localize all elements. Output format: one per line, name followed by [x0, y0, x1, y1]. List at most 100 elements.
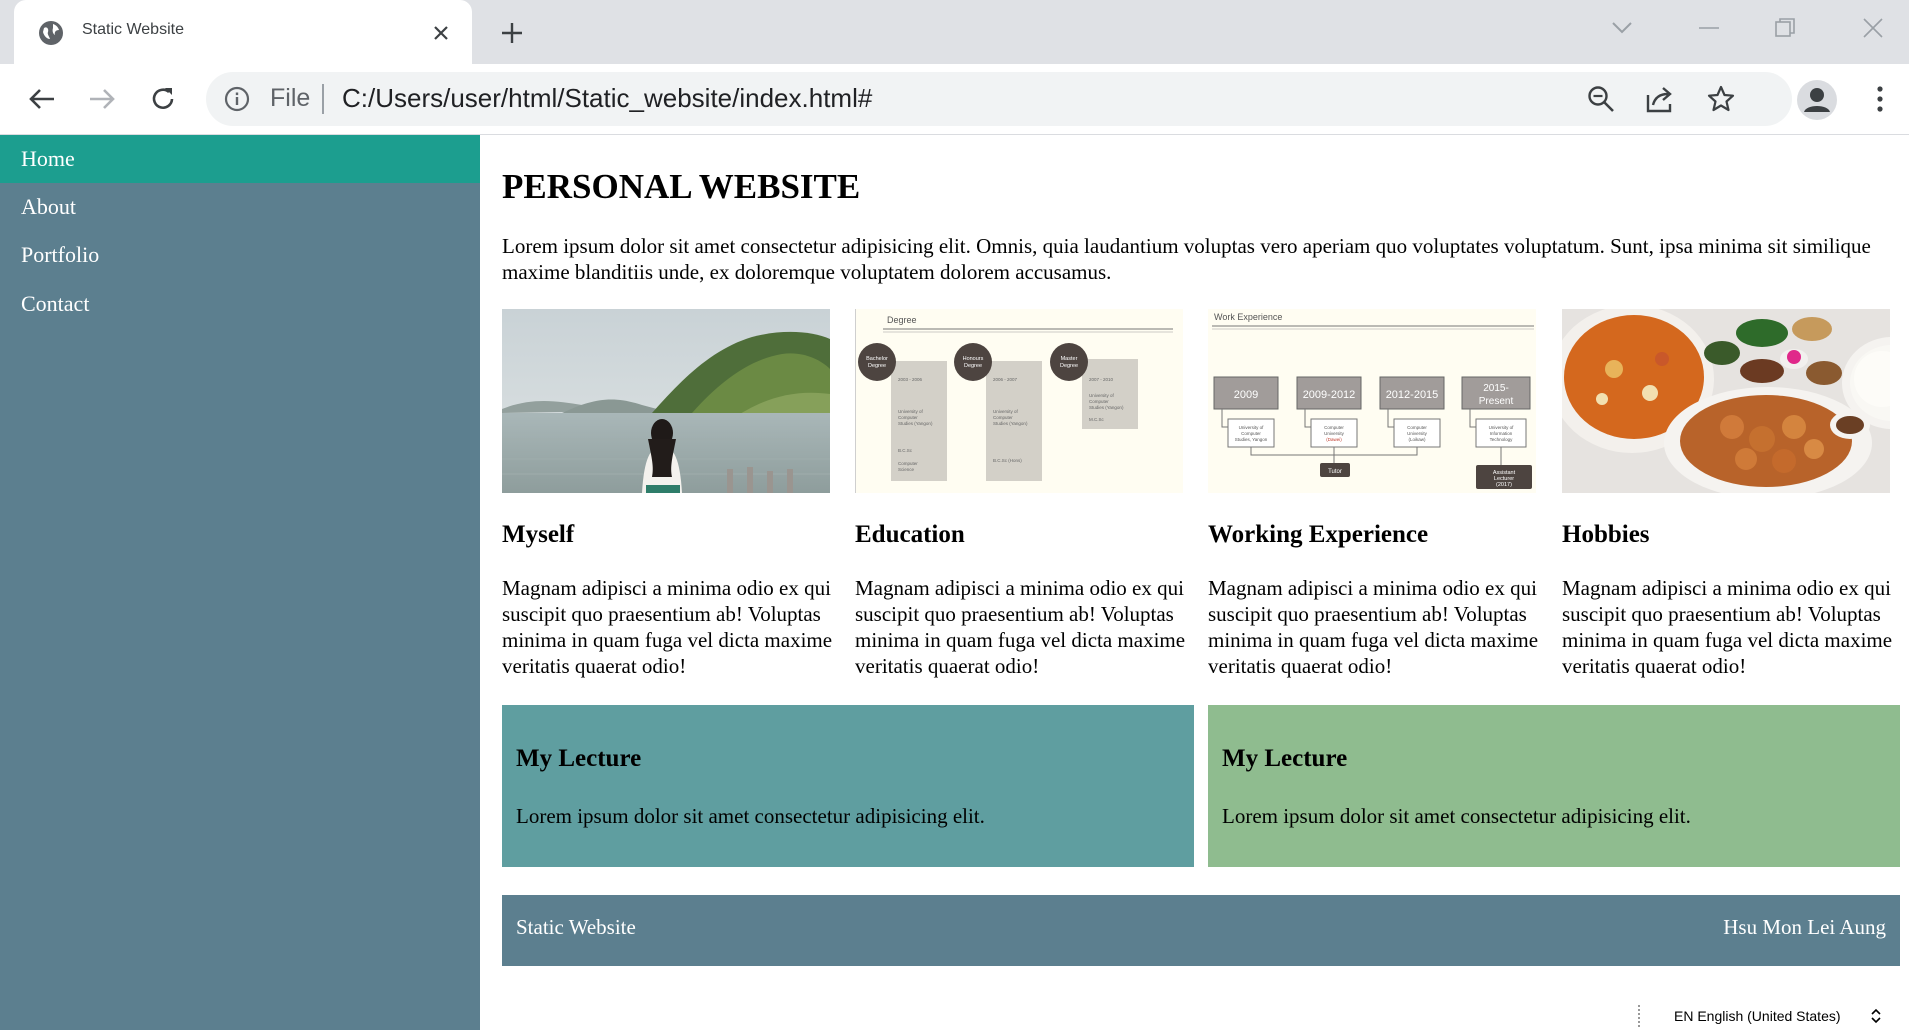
profile-avatar-icon[interactable]	[1797, 80, 1837, 120]
svg-text:B.C.Sc: B.C.Sc	[898, 448, 913, 453]
share-icon[interactable]	[1646, 84, 1676, 114]
svg-text:2012-2015: 2012-2015	[1386, 389, 1439, 401]
svg-text:Present: Present	[1479, 396, 1514, 407]
svg-text:Tutor: Tutor	[1328, 469, 1342, 475]
page-footer: Static Website Hsu Mon Lei Aung	[502, 895, 1900, 966]
footer-site-name: Static Website	[516, 915, 636, 939]
scheme-label: File	[270, 84, 311, 112]
svg-text:University of: University of	[1089, 393, 1115, 398]
omnibox-separator	[322, 84, 324, 114]
new-tab-icon[interactable]	[495, 16, 529, 50]
svg-text:Computer: Computer	[898, 415, 918, 420]
card-text: Magnam adipisci a minima odio ex qui sus…	[1208, 576, 1539, 678]
zoom-icon[interactable]	[1586, 84, 1616, 114]
svg-text:2003 - 2006: 2003 - 2006	[898, 377, 923, 382]
card-text: Magnam adipisci a minima odio ex qui sus…	[855, 576, 1186, 678]
grip-handle-icon[interactable]	[1638, 1005, 1642, 1027]
site-info-icon[interactable]	[224, 86, 250, 112]
lecture-text: Lorem ipsum dolor sit amet consectetur a…	[1222, 804, 1691, 828]
sidebar-item-contact[interactable]: Contact	[0, 280, 480, 328]
education-timeline-image: Degree Bachelor Degree 2003 - 2006 Unive…	[855, 309, 1183, 493]
svg-text:Degree: Degree	[868, 363, 886, 369]
lecture-title: My Lecture	[516, 745, 642, 772]
svg-text:Degree: Degree	[1060, 363, 1078, 369]
restore-icon[interactable]	[1762, 10, 1808, 46]
food-photo	[1562, 309, 1890, 493]
card-text: Magnam adipisci a minima odio ex qui sus…	[1562, 576, 1893, 678]
sidebar-item-portfolio[interactable]: Portfolio	[0, 231, 480, 279]
svg-text:(Dawei): (Dawei)	[1326, 437, 1342, 442]
svg-text:University of: University of	[898, 409, 924, 414]
card-title: Myself	[502, 521, 575, 548]
sidebar-item-about[interactable]: About	[0, 183, 480, 231]
forward-arrow-icon[interactable]	[84, 81, 120, 117]
svg-text:M.C.Sc: M.C.Sc	[1089, 417, 1105, 422]
sidebar-item-home[interactable]: Home	[0, 135, 480, 183]
svg-text:(Loikaw): (Loikaw)	[1408, 437, 1426, 442]
url-text[interactable]: C:/Users/user/html/Static_website/index.…	[342, 83, 872, 114]
web-page: Home About Portfolio Contact PERSONAL WE…	[0, 135, 1909, 1030]
svg-text:Technology: Technology	[1490, 437, 1514, 442]
education-image-heading: Degree	[887, 315, 917, 325]
card-hobbies: Hobbies Magnam adipisci a minima odio ex…	[1562, 309, 1892, 678]
svg-text:2009-2012: 2009-2012	[1303, 389, 1356, 401]
browser-toolbar: File C:/Users/user/html/Static_website/i…	[0, 64, 1909, 135]
tab-title: Static Website	[82, 21, 184, 38]
page-title: PERSONAL WEBSITE	[502, 167, 861, 206]
bookmark-star-icon[interactable]	[1706, 84, 1736, 114]
close-tab-icon[interactable]	[426, 18, 456, 48]
lake-mountain-photo	[502, 309, 830, 493]
back-arrow-icon[interactable]	[24, 81, 60, 117]
svg-text:Computer: Computer	[1324, 425, 1344, 430]
card-myself: Myself Magnam adipisci a minima odio ex …	[502, 309, 832, 678]
svg-text:Studies (Yangon): Studies (Yangon)	[1089, 405, 1124, 410]
footer-author: Hsu Mon Lei Aung	[1723, 915, 1886, 939]
intro-paragraph: Lorem ipsum dolor sit amet consectetur a…	[502, 234, 1871, 284]
browser-tab-strip: Static Website	[0, 0, 1909, 64]
svg-text:Computer: Computer	[993, 415, 1013, 420]
card-title: Education	[855, 521, 965, 548]
globe-icon	[39, 21, 63, 45]
language-options-icon[interactable]	[1868, 1006, 1884, 1026]
minimize-icon[interactable]	[1686, 10, 1732, 46]
svg-text:University: University	[1407, 431, 1428, 436]
svg-text:(2017): (2017)	[1496, 482, 1512, 488]
svg-text:Master: Master	[1061, 356, 1078, 362]
card-title: Hobbies	[1562, 521, 1650, 548]
svg-text:Degree: Degree	[964, 363, 982, 369]
work-image-heading: Work Experience	[1214, 312, 1282, 322]
svg-text:Computer: Computer	[1089, 399, 1109, 404]
svg-text:2015-: 2015-	[1483, 383, 1509, 394]
lecture-title: My Lecture	[1222, 745, 1348, 772]
svg-text:University of: University of	[1239, 425, 1265, 430]
svg-text:Studies (Yangon): Studies (Yangon)	[993, 421, 1028, 426]
lecture-box: My Lecture Lorem ipsum dolor sit amet co…	[502, 705, 1194, 867]
card-education: Degree Bachelor Degree 2003 - 2006 Unive…	[855, 309, 1185, 678]
svg-text:2006 - 2007: 2006 - 2007	[993, 377, 1018, 382]
close-window-icon[interactable]	[1850, 10, 1896, 46]
svg-text:Studies (Yangon): Studies (Yangon)	[898, 421, 933, 426]
svg-text:B.C.Sc (Hons): B.C.Sc (Hons)	[993, 458, 1022, 463]
svg-text:Science: Science	[898, 467, 915, 472]
svg-text:Computer: Computer	[898, 461, 918, 466]
svg-text:Bachelor: Bachelor	[866, 356, 888, 362]
svg-text:University of: University of	[993, 409, 1019, 414]
tab-search-chevron-icon[interactable]	[1599, 10, 1645, 46]
kebab-menu-icon[interactable]	[1862, 81, 1898, 117]
card-text: Magnam adipisci a minima odio ex qui sus…	[502, 576, 833, 678]
svg-text:University: University	[1324, 431, 1345, 436]
svg-text:2007 - 2010: 2007 - 2010	[1089, 377, 1114, 382]
language-bar[interactable]: EN English (United States)	[1638, 1002, 1909, 1030]
svg-text:2009: 2009	[1234, 389, 1258, 401]
card-title: Working Experience	[1208, 521, 1429, 548]
svg-text:Computer: Computer	[1241, 431, 1261, 436]
sidebar-nav: Home About Portfolio Contact	[0, 135, 480, 1030]
reload-icon[interactable]	[145, 81, 181, 117]
work-experience-image: Work Experience 2009 University of Compu…	[1208, 309, 1536, 493]
language-indicator[interactable]: EN English (United States)	[1674, 1008, 1841, 1024]
browser-tab[interactable]: Static Website	[14, 0, 472, 64]
card-working-experience: Work Experience 2009 University of Compu…	[1208, 309, 1538, 678]
svg-text:Information: Information	[1490, 431, 1513, 436]
address-bar[interactable]: File C:/Users/user/html/Static_website/i…	[206, 72, 1792, 126]
svg-text:Computer: Computer	[1407, 425, 1427, 430]
